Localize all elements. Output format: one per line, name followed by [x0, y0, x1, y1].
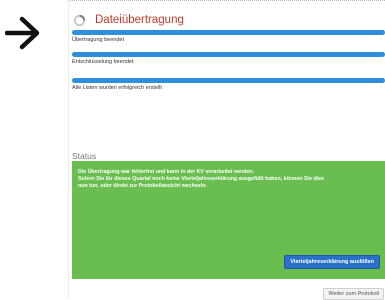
title-row: Dateiübertragung — [73, 12, 184, 28]
progress-bar-lists — [72, 78, 385, 83]
arrow-right-icon — [5, 16, 40, 50]
progress-label-transfer: Übertragung beendet — [72, 37, 124, 43]
status-message-line-3: nun tun, oder direkt zur Protokollansich… — [78, 183, 207, 189]
continue-to-protocol-button[interactable]: Weiter zum Protokoll — [323, 288, 384, 300]
progress-label-decryption: Entschlüsselung beendet — [72, 59, 134, 65]
progress-bar-decryption — [72, 52, 385, 57]
progress-label-lists: Alle Listen wurden erfolgreich erstellt — [72, 85, 162, 91]
spinner-icon — [73, 14, 86, 26]
status-message-line-2: Sofern Sie für dieses Quartal noch keine… — [78, 176, 324, 182]
page-title: Dateiübertragung — [95, 14, 184, 26]
status-heading: Status — [72, 151, 97, 161]
transfer-panel: Dateiübertragung Übertragung beendet Ent… — [68, 0, 385, 300]
status-box: Die Übertragung war fehlerfrei und kann … — [72, 161, 385, 279]
quarterly-declaration-button[interactable]: Vierteljahreserklärung ausfüllen — [284, 255, 380, 269]
status-message-line-1: Die Übertragung war fehlerfrei und kann … — [78, 169, 255, 175]
progress-bar-transfer — [72, 30, 385, 35]
